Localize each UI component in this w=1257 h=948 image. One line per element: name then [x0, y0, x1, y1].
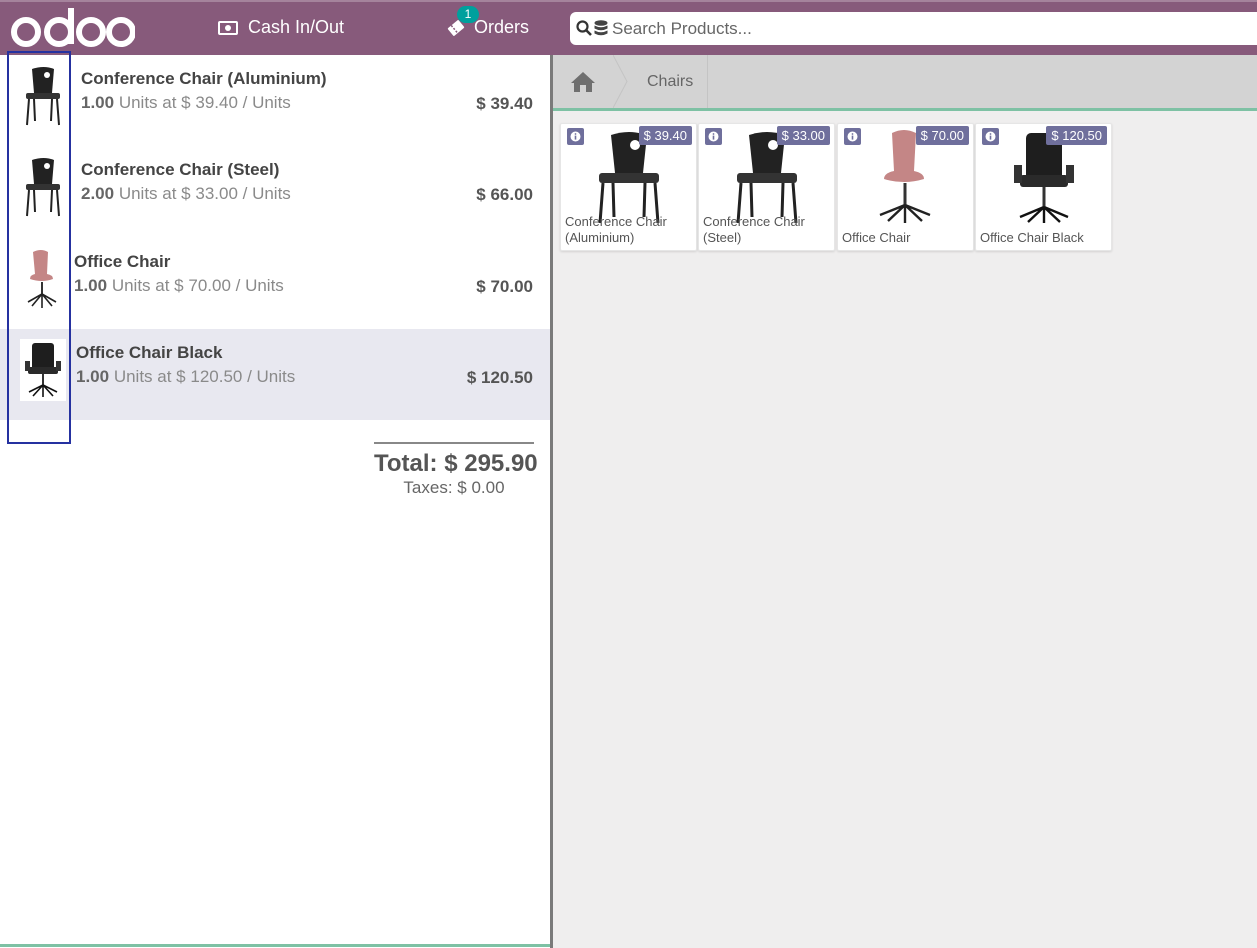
money-bill-icon	[218, 20, 238, 35]
orderline-info: 1.00 Units at $ 39.40 / Units	[81, 93, 291, 113]
product-card[interactable]: $ 33.00 Conference Chair (Steel)	[698, 123, 835, 251]
orderline-detail: Units at $ 33.00 / Units	[118, 184, 291, 203]
search-input[interactable]	[610, 17, 1214, 40]
odoo-logo[interactable]	[10, 5, 135, 49]
cash-in-out-label: Cash In/Out	[248, 17, 345, 37]
info-icon[interactable]	[705, 128, 722, 145]
info-icon[interactable]	[567, 128, 584, 145]
product-price-tag: $ 70.00	[915, 126, 969, 145]
orders-button[interactable]: 1 Orders	[446, 0, 529, 55]
product-card[interactable]: $ 39.40 Conference Chair (Aluminium)	[560, 123, 697, 251]
home-icon	[571, 71, 595, 92]
orderline-qty: 2.00	[81, 184, 115, 203]
orderline-info: 2.00 Units at $ 33.00 / Units	[81, 184, 291, 204]
orders-label: Orders	[474, 17, 530, 37]
database-icon	[594, 20, 608, 36]
info-icon[interactable]	[982, 128, 999, 145]
orderline-price: $ 66.00	[476, 185, 533, 204]
total-label: Total:	[374, 450, 438, 477]
image-column-highlight	[7, 51, 71, 444]
product-card[interactable]: $ 70.00 Office Chair	[837, 123, 974, 251]
orderline-price: $ 39.40	[476, 94, 533, 113]
product-price-tag: $ 33.00	[776, 126, 830, 145]
product-price-tag: $ 120.50	[1046, 126, 1107, 145]
product-name: Office Chair Black	[980, 230, 1084, 245]
ticket-icon: 1	[446, 5, 479, 38]
breadcrumb-separator	[613, 55, 628, 108]
orderline-price: $ 70.00	[476, 277, 533, 296]
orderline-qty: 1.00	[74, 276, 108, 295]
top-bar: Cash In/Out 1 Orders	[0, 0, 1257, 55]
product-card[interactable]: $ 120.50 Office Chair Black	[975, 123, 1112, 251]
orderline[interactable]: Conference Chair (Aluminium) 1.00 Units …	[0, 55, 550, 146]
cash-in-out-button[interactable]: Cash In/Out	[218, 0, 344, 55]
orderline-qty: 1.00	[81, 93, 115, 112]
home-button[interactable]	[553, 55, 613, 108]
info-icon[interactable]	[844, 128, 861, 145]
orderline-selected[interactable]: Office Chair Black 1.00 Units at $ 120.5…	[0, 329, 550, 420]
orderline-info: 1.00 Units at $ 120.50 / Units	[76, 367, 295, 387]
orderline-qty: 1.00	[76, 367, 110, 386]
product-name: Conference Chair (Steel)	[703, 214, 805, 245]
orderline-price: $ 120.50	[466, 368, 533, 387]
order-summary: Total: $ 295.90 Taxes: $ 0.00	[374, 442, 538, 498]
orderline-detail: Units at $ 70.00 / Units	[111, 276, 284, 295]
orderline-detail: Units at $ 39.40 / Units	[118, 93, 291, 112]
orders-count-badge: 1	[457, 5, 479, 23]
orderline-name: Office Chair Black	[76, 343, 223, 362]
category-breadcrumb-bar: Chairs	[553, 55, 1257, 111]
orderline-info: 1.00 Units at $ 70.00 / Units	[74, 276, 284, 296]
total-value: $ 295.90	[444, 450, 538, 477]
orderline-name: Conference Chair (Steel)	[81, 160, 280, 179]
orderline-name: Conference Chair (Aluminium)	[81, 69, 327, 88]
search-bar	[570, 12, 1257, 45]
product-name: Conference Chair (Aluminium)	[565, 214, 667, 245]
taxes-value: $ 0.00	[457, 478, 505, 497]
product-name: Office Chair	[842, 230, 911, 245]
order-taxes: Taxes: $ 0.00	[374, 478, 534, 498]
order-panel: Conference Chair (Aluminium) 1.00 Units …	[0, 55, 550, 948]
order-total: Total: $ 295.90	[374, 450, 538, 478]
search-icon	[576, 20, 608, 37]
orderline-detail: Units at $ 120.50 / Units	[113, 367, 296, 386]
breadcrumb-chairs[interactable]: Chairs	[629, 55, 709, 108]
order-panel-bottom-border	[0, 944, 550, 947]
orderline[interactable]: Conference Chair (Steel) 2.00 Units at $…	[0, 146, 550, 237]
orderline[interactable]: Office Chair 1.00 Units at $ 70.00 / Uni…	[0, 238, 550, 329]
orderline-name: Office Chair	[74, 252, 171, 271]
product-price-tag: $ 39.40	[638, 126, 692, 145]
taxes-label: Taxes:	[403, 478, 453, 497]
